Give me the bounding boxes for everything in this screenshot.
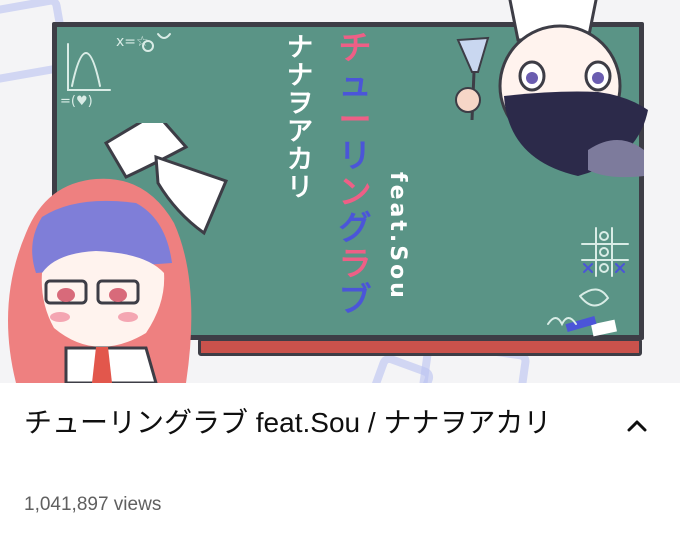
- video-thumbnail[interactable]: x=☆ =(♥) ナ ナ ヲ ア カ リ チ ュ ー リ ン グ ラブ feat…: [0, 0, 680, 383]
- artist-char: リ: [286, 173, 313, 203]
- chalk-smiley: [157, 33, 171, 39]
- artist-char: ア: [286, 117, 313, 147]
- title-char: ー: [338, 100, 372, 139]
- title-char: ラ: [338, 244, 372, 283]
- thumbnail-artist-name: ナ ナ ヲ ア カ リ: [285, 34, 315, 202]
- chalk-cat: [579, 288, 610, 307]
- boy-character-illustration: [455, 0, 648, 178]
- artist-char: ヲ: [286, 89, 313, 119]
- thumbnail-feat-text: feat.Sou: [385, 172, 410, 301]
- chalk-note: =(♥): [60, 94, 93, 109]
- chalk-note: x=☆: [116, 34, 149, 50]
- tic-tac-toe-x: [615, 263, 625, 273]
- video-info-panel: チューリングラブ feat.Sou / ナナヲアカリ 1,041,897 vie…: [0, 383, 680, 533]
- chalk-spiral: [547, 317, 577, 327]
- artist-char: ナ: [286, 33, 313, 63]
- chalk-graph: [67, 43, 111, 91]
- title-char: ュ: [338, 64, 372, 103]
- video-title[interactable]: チューリングラブ feat.Sou / ナナヲアカリ: [24, 403, 620, 443]
- thumbnail-song-title: チ ュ ー リ ン グ ラブ: [328, 30, 382, 318]
- title-char: リ: [338, 136, 372, 175]
- girl-character-illustration: [8, 123, 229, 383]
- tic-tac-toe-o: [599, 247, 609, 257]
- artist-char: ナ: [286, 61, 313, 91]
- tic-tac-toe-o: [599, 231, 609, 241]
- title-char: グ: [338, 208, 372, 247]
- view-count: 1,041,897 views: [24, 494, 162, 515]
- artist-char: カ: [286, 145, 313, 175]
- title-char: ブ: [338, 280, 372, 319]
- chevron-up-icon[interactable]: [620, 409, 654, 443]
- tic-tac-toe-o: [599, 263, 609, 273]
- tic-tac-toe-x: [583, 263, 593, 273]
- title-char: ン: [338, 172, 372, 211]
- title-char: チ: [338, 28, 372, 67]
